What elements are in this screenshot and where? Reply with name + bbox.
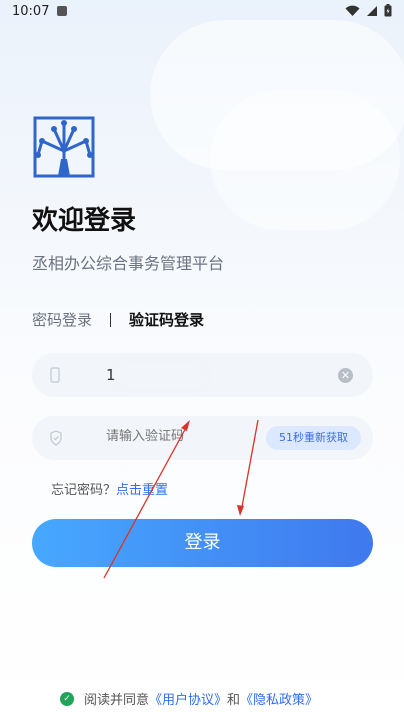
- agreement-row: ✓ 阅读并同意 《用户协议》 和 《隐私政策》: [60, 689, 318, 708]
- resend-code-button[interactable]: 51秒重新获取: [266, 426, 361, 450]
- redaction-blur: [116, 363, 206, 387]
- privacy-policy-link[interactable]: 《隐私政策》: [240, 689, 318, 708]
- signal-icon: [367, 5, 377, 16]
- status-icons: [345, 4, 392, 17]
- forgot-password-text: 忘记密码？: [51, 483, 117, 498]
- login-tabs: 密码登录 验证码登录: [32, 309, 204, 330]
- tab-password-login[interactable]: 密码登录: [32, 309, 92, 330]
- user-agreement-link[interactable]: 《用户协议》: [149, 689, 227, 708]
- page-title: 欢迎登录: [32, 206, 137, 236]
- status-bar: 10:07: [0, 0, 404, 24]
- battery-icon: [384, 4, 392, 17]
- tab-divider: [110, 312, 112, 327]
- phone-icon: [50, 367, 60, 383]
- shield-icon: [50, 430, 62, 446]
- background-cloud: [210, 90, 400, 230]
- reset-password-link[interactable]: 点击重置: [116, 483, 168, 498]
- check-icon[interactable]: ✓: [60, 691, 74, 706]
- phone-field[interactable]: 1 4859 ✕: [32, 353, 373, 397]
- login-button[interactable]: 登录: [32, 519, 373, 567]
- verification-code-input[interactable]: [106, 429, 276, 444]
- status-time: 10:07: [12, 4, 50, 19]
- tab-code-login[interactable]: 验证码登录: [129, 309, 204, 330]
- sim-icon: [57, 6, 67, 16]
- login-screen: 10:07 欢迎登录 丞相办公综合事务管理平台 密码登录 验证码登录 1 ✕ 请…: [0, 0, 404, 718]
- wifi-icon: [345, 5, 360, 16]
- code-field[interactable]: 51秒重新获取: [32, 416, 373, 460]
- clear-icon[interactable]: ✕: [338, 368, 353, 383]
- tree-logo-icon: [33, 116, 95, 178]
- page-subtitle: 丞相办公综合事务管理平台: [32, 254, 225, 273]
- arrowhead: [237, 505, 244, 516]
- agreement-and: 和: [227, 693, 241, 708]
- forgot-password: 忘记密码？点击重置: [51, 479, 168, 498]
- agreement-prefix: 阅读并同意: [84, 693, 150, 708]
